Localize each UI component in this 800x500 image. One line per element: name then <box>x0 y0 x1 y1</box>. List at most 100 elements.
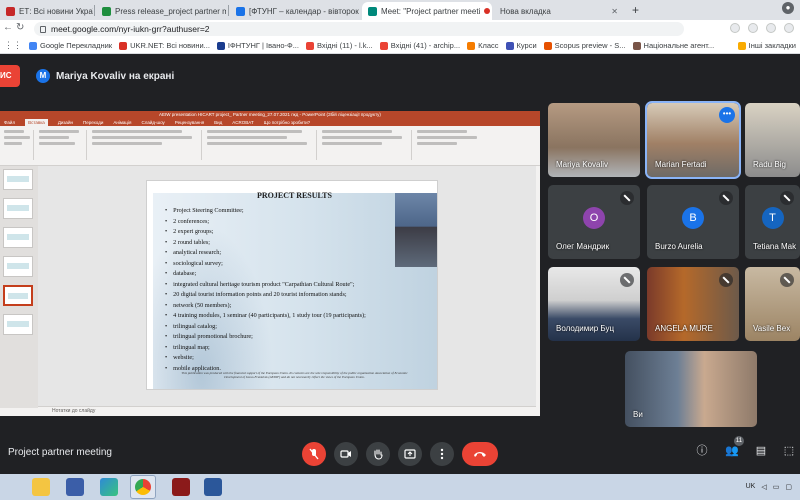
slide-bullet: integrated cultural heritage tourism pro… <box>165 281 366 292</box>
ribbon-tab[interactable]: Анімація <box>113 119 131 126</box>
reload-icon[interactable]: ↻ <box>16 22 24 33</box>
bookmark[interactable]: Курси <box>505 41 537 50</box>
more-options-icon[interactable]: ••• <box>719 107 735 123</box>
ribbon-tab[interactable]: Слайд-шоу <box>141 119 164 126</box>
other-bookmarks[interactable]: Інші закладки <box>737 41 796 50</box>
slide-bullet: 2 expert groups; <box>165 228 366 239</box>
network-icon[interactable]: ▭ <box>773 483 780 491</box>
chat-icon[interactable]: ▤ <box>754 444 768 458</box>
ribbon-group <box>92 130 202 160</box>
participant-tile[interactable]: Radu Big <box>745 103 800 177</box>
browser-tab[interactable]: Нова вкладка ✕ <box>494 2 624 20</box>
slide-thumbnail[interactable] <box>3 198 33 219</box>
tab-label: Press release_project partner me <box>115 6 226 16</box>
browser-tab[interactable]: [ФТУНГ – календар - вівторок ✕ <box>230 2 360 20</box>
word-icon[interactable] <box>204 478 222 496</box>
shared-screen: AEIW presentation HICART project_ Partne… <box>0 111 540 416</box>
activities-icon[interactable]: ⬚ <box>782 444 796 458</box>
slide-thumbnail[interactable] <box>3 314 33 335</box>
new-tab-button[interactable]: + <box>628 3 643 18</box>
url-field[interactable]: meet.google.com/nyr-iukn-grr?authuser=2 <box>34 22 684 36</box>
meet-stage: ИС M Mariya Kovaliv на екрані AEIW prese… <box>0 54 800 474</box>
flag-app-icon[interactable] <box>66 478 84 496</box>
slide[interactable]: PROJECT RESULTS Project Steering Committ… <box>146 180 438 390</box>
notes-pane[interactable]: Нотатки до слайду <box>38 406 536 416</box>
participant-tile[interactable]: Mariya Kovaliv <box>548 103 640 177</box>
slide-footer: This publication was produced with the f… <box>181 371 408 379</box>
bookmark[interactable]: UKR.NET: Всі новини... <box>119 41 210 50</box>
raise-hand-button[interactable] <box>366 442 390 466</box>
participant-name: Ви <box>633 410 643 419</box>
ribbon-tab[interactable]: Вставка <box>25 119 48 126</box>
close-icon[interactable]: ✕ <box>490 7 492 16</box>
participant-name: Володимир Буц <box>556 324 615 333</box>
chrome-taskbar-button[interactable] <box>130 475 156 499</box>
mic-toggle-button[interactable] <box>302 442 326 466</box>
slide-thumbnail[interactable] <box>3 169 33 190</box>
bookmark-favicon <box>29 41 37 50</box>
mic-muted-icon <box>719 191 733 205</box>
star-icon[interactable] <box>748 23 758 33</box>
bookmark[interactable]: Національне агент... <box>632 41 714 50</box>
volume-icon[interactable]: ◁ <box>761 483 766 491</box>
participant-tile[interactable]: T Tetiana Mak <box>745 185 800 259</box>
ribbon-group <box>207 130 317 160</box>
browser-tab-active[interactable]: Meet: "Project partner meeti ✕ <box>362 2 492 20</box>
bookmark[interactable]: Класс <box>467 41 499 50</box>
camera-icon <box>340 450 351 458</box>
back-icon[interactable]: ← <box>3 22 13 33</box>
participant-tile[interactable]: ANGELA MURE <box>647 267 739 341</box>
address-bar-row: ← ↻ meet.google.com/nyr-iukn-grr?authuse… <box>0 20 800 38</box>
bookmark[interactable]: Scopus preview - S... <box>543 41 626 50</box>
ribbon-tab[interactable]: Вид <box>214 119 222 126</box>
participant-tile[interactable]: ••• Marian Fertadi <box>645 101 741 179</box>
self-view-tile[interactable]: Ви <box>625 351 757 427</box>
participant-tile[interactable]: Володимир Буц <box>548 267 640 341</box>
slide-bullet: trilingual promotional brochure; <box>165 333 366 344</box>
present-icon <box>404 449 416 459</box>
ribbon-tab[interactable]: Переходи <box>83 119 103 126</box>
people-icon[interactable]: 👥 <box>725 444 739 458</box>
info-icon[interactable]: ⓘ <box>695 444 709 458</box>
browser-tab[interactable]: ЕТ: Всі новини України, с ✕ <box>0 2 93 20</box>
present-screen-button[interactable] <box>398 442 422 466</box>
participant-tile[interactable]: B Burzo Aurelia <box>647 185 739 259</box>
slide-thumbnail[interactable] <box>3 256 33 277</box>
meeting-title: Project partner meeting <box>8 447 112 458</box>
slide-bullet: trilingual catalog; <box>165 323 366 334</box>
more-options-button[interactable] <box>430 442 454 466</box>
participant-tile[interactable]: O Олег Мандрик <box>548 185 640 259</box>
meet-favicon <box>368 6 377 16</box>
slide-photo <box>395 193 437 267</box>
extension-icon[interactable] <box>766 23 776 33</box>
bookmark[interactable]: ІФНТУНГ | Івано-Ф... <box>216 41 299 50</box>
apps-icon[interactable]: ⋮⋮ <box>4 40 22 51</box>
bookmark[interactable]: Вхідні (11) - l.k... <box>305 41 373 50</box>
close-icon[interactable]: ✕ <box>607 7 618 16</box>
camera-toggle-button[interactable] <box>334 442 358 466</box>
ribbon-tab[interactable]: Що потрібно зробити? <box>264 119 310 126</box>
presenting-badge[interactable]: ИС <box>0 65 20 87</box>
close-icon[interactable]: ✕ <box>359 7 360 16</box>
slide-thumbnail-selected[interactable] <box>3 285 33 306</box>
antivirus-icon[interactable] <box>172 478 190 496</box>
browser-tab[interactable]: Press release_project partner me ✕ <box>96 2 226 20</box>
ribbon-tab[interactable]: ACROBAT <box>232 119 253 126</box>
leave-call-button[interactable] <box>462 442 498 466</box>
taskbar: UK ◁ ▭ ▢ <box>0 474 800 500</box>
menu-icon[interactable] <box>784 23 794 33</box>
bookmark[interactable]: Google Перекладник <box>29 41 112 50</box>
bookmark[interactable]: Вхідні (41) - archip... <box>379 41 460 50</box>
avatar: M <box>36 69 50 83</box>
slide-thumbnail[interactable] <box>3 227 33 248</box>
ribbon-tab[interactable]: Дизайн <box>58 119 73 126</box>
edge-icon[interactable] <box>100 478 118 496</box>
notification-icon[interactable]: ▢ <box>785 483 792 491</box>
file-explorer-icon[interactable] <box>32 478 50 496</box>
ribbon-tab[interactable]: Файл <box>4 119 15 126</box>
camera-icon[interactable] <box>730 23 740 33</box>
participant-tile[interactable]: Vasile Bex <box>745 267 800 341</box>
ribbon-tab[interactable]: Рецензування <box>175 119 204 126</box>
language-indicator[interactable]: UK <box>746 483 756 491</box>
profile-icon[interactable]: ● <box>782 2 794 14</box>
